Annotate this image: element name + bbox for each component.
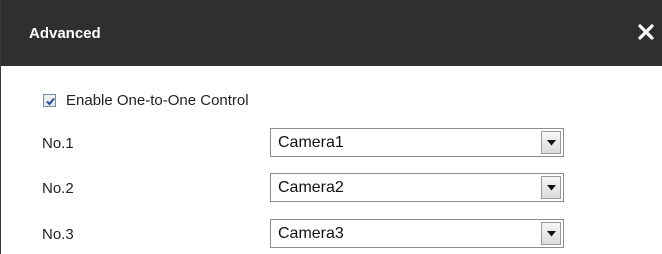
row-label: No.3 — [42, 226, 74, 243]
chevron-down-icon[interactable] — [541, 176, 561, 199]
close-icon[interactable] — [635, 21, 657, 43]
checkmark-icon — [46, 97, 55, 105]
camera-select-2[interactable]: Camera2 — [270, 173, 564, 202]
camera-select-3[interactable]: Camera3 — [270, 219, 564, 248]
advanced-dialog: Advanced Enable One-to-One Control No.1 … — [0, 0, 662, 254]
camera-select-1[interactable]: Camera1 — [270, 128, 564, 157]
camera-row-2: No.2 Camera2 — [42, 173, 642, 203]
chevron-down-icon[interactable] — [541, 131, 561, 154]
enable-one-to-one-label: Enable One-to-One Control — [66, 91, 249, 109]
select-value: Camera3 — [278, 225, 344, 242]
dialog-title: Advanced — [29, 25, 101, 42]
camera-row-1: No.1 Camera1 — [42, 128, 642, 158]
dialog-titlebar: Advanced — [1, 0, 662, 66]
camera-row-3: No.3 Camera3 — [42, 219, 642, 249]
enable-one-to-one-row: Enable One-to-One Control — [43, 91, 249, 109]
enable-one-to-one-checkbox[interactable] — [43, 93, 56, 107]
row-label: No.2 — [42, 180, 74, 197]
row-label: No.1 — [42, 135, 74, 152]
select-value: Camera1 — [278, 134, 344, 151]
chevron-down-icon[interactable] — [541, 222, 561, 245]
select-value: Camera2 — [278, 179, 344, 196]
